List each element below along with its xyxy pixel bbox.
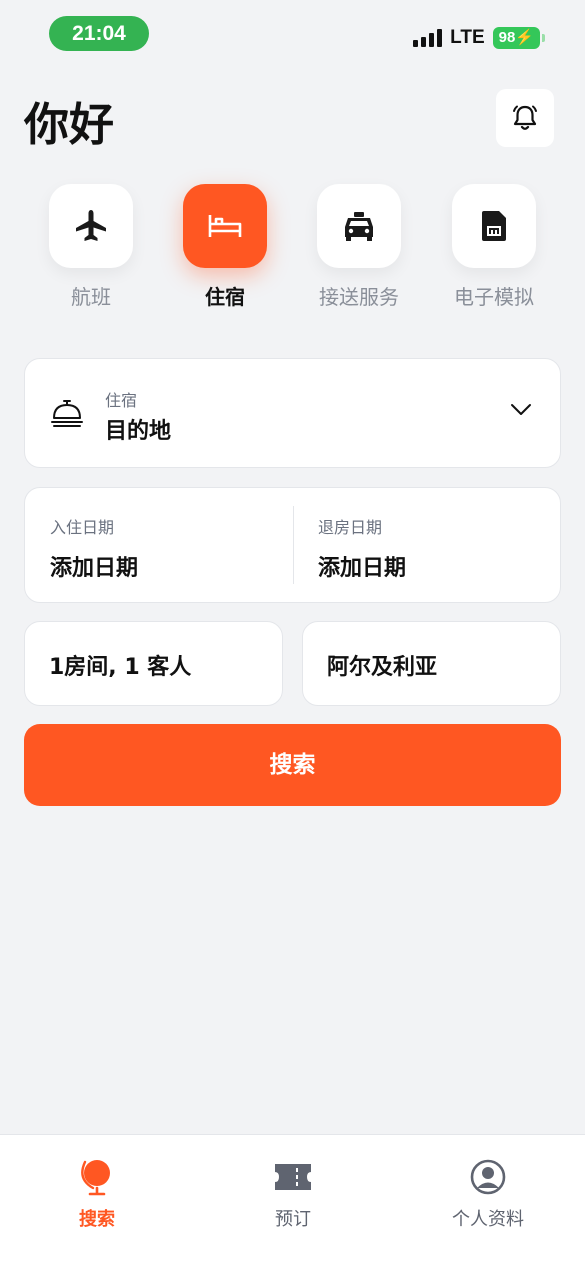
country-value: 阿尔及利亚 [327, 655, 438, 680]
page-title: 你好 [24, 98, 115, 151]
bottom-nav: 搜索 预订 个人资料 [0, 1134, 585, 1266]
destination-label: 住宿 [105, 391, 138, 410]
battery-level: 98 [498, 29, 516, 46]
ticket-icon [275, 1164, 311, 1190]
tab-flights-tile[interactable] [49, 184, 133, 268]
destination-field[interactable]: 住宿 目的地 [24, 358, 561, 468]
check-in-value: 添加日期 [50, 556, 139, 581]
taxi-icon [345, 212, 373, 241]
check-out-label: 退房日期 [318, 518, 383, 537]
status-right: LTE 98⚡ [413, 26, 545, 50]
globe-icon [81, 1160, 110, 1196]
guests-value: 1房间, 1 客人 [49, 655, 192, 680]
check-in-field[interactable]: 入住日期 添加日期 [50, 514, 138, 582]
bellhop-bell-icon [51, 400, 83, 427]
airplane-icon [76, 210, 106, 241]
tab-transfers[interactable]: 接送服务 [304, 184, 414, 310]
battery-tip [542, 34, 545, 42]
bed-icon [208, 215, 242, 237]
tab-stays-tile[interactable] [183, 184, 267, 268]
signal-icon [413, 29, 443, 47]
tab-transfers-tile[interactable] [317, 184, 401, 268]
nav-bookings-label: 预订 [275, 1209, 311, 1230]
check-in-label: 入住日期 [50, 518, 115, 537]
tab-esim-label: 电子模拟 [454, 285, 534, 309]
date-divider [293, 506, 294, 584]
destination-value: 目的地 [105, 419, 172, 444]
nav-search[interactable]: 搜索 [32, 1155, 162, 1231]
check-out-field[interactable]: 退房日期 添加日期 [318, 514, 406, 582]
notifications-button[interactable] [496, 89, 554, 147]
dates-card: 入住日期 添加日期 退房日期 添加日期 [24, 487, 561, 603]
tab-stays-label: 住宿 [205, 285, 245, 309]
profile-icon [470, 1159, 506, 1195]
tab-transfers-label: 接送服务 [319, 285, 399, 309]
bell-icon [513, 105, 537, 130]
country-field[interactable]: 阿尔及利亚 [302, 621, 561, 706]
nav-profile[interactable]: 个人资料 [423, 1155, 553, 1231]
chevron-down-icon[interactable] [510, 403, 532, 417]
nav-search-icon-wrap [32, 1155, 162, 1199]
nav-profile-label: 个人资料 [452, 1209, 524, 1230]
guests-field[interactable]: 1房间, 1 客人 [24, 621, 283, 706]
nav-search-label: 搜索 [79, 1209, 115, 1230]
status-bar: 21:04 LTE 98⚡ [0, 0, 585, 60]
battery-icon: 98⚡ [492, 27, 540, 49]
tab-stays[interactable]: 住宿 [170, 184, 280, 310]
tab-esim-tile[interactable] [452, 184, 536, 268]
nav-profile-icon-wrap [423, 1155, 553, 1199]
sim-card-icon [482, 211, 506, 241]
nav-bookings[interactable]: 预订 [228, 1155, 358, 1231]
tab-flights[interactable]: 航班 [36, 184, 146, 310]
network-type: LTE [450, 27, 485, 48]
check-out-value: 添加日期 [318, 556, 407, 581]
tab-flights-label: 航班 [71, 285, 111, 309]
nav-bookings-icon-wrap [228, 1155, 358, 1199]
search-button[interactable]: 搜索 [24, 724, 561, 806]
status-time: 21:04 [49, 16, 149, 51]
tab-esim[interactable]: 电子模拟 [439, 184, 549, 310]
